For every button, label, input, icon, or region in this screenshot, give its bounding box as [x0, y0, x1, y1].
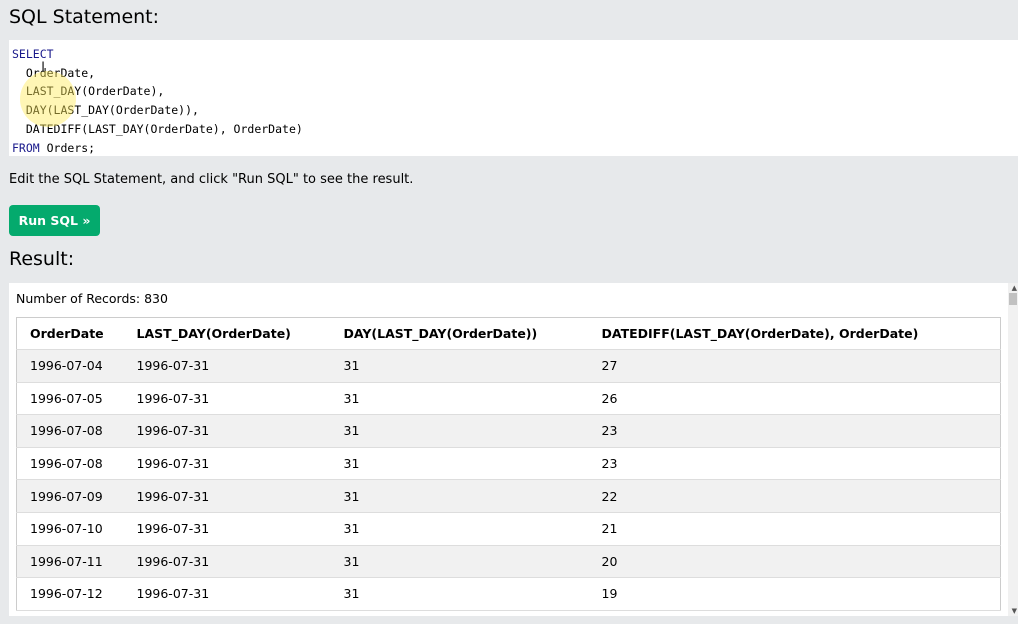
run-sql-button[interactable]: Run SQL »: [9, 205, 100, 236]
table-cell: 31: [330, 349, 589, 383]
scrollbar-thumb[interactable]: [1009, 293, 1017, 305]
table-cell: 1996-07-31: [123, 414, 331, 448]
sql-statement-heading: SQL Statement:: [9, 6, 160, 28]
result-panel[interactable]: Number of Records: 830 OrderDate LAST_DA…: [9, 283, 1018, 616]
table-cell: 31: [330, 577, 589, 611]
result-table: OrderDate LAST_DAY(OrderDate) DAY(LAST_D…: [16, 317, 1001, 611]
table-row: 1996-07-10 1996-07-31 31 21: [16, 512, 1001, 546]
table-cell: 31: [330, 479, 589, 513]
table-cell: 31: [330, 545, 589, 579]
code-line: FROM Orders;: [12, 139, 1018, 158]
table-row: 1996-07-09 1996-07-31 31 22: [16, 479, 1001, 513]
sql-code-editor[interactable]: SELECT OrderDate, LAST_DAY(OrderDate), D…: [9, 40, 1018, 156]
table-row: 1996-07-04 1996-07-31 31 27: [16, 349, 1001, 383]
table-cell: 27: [588, 349, 1001, 383]
table-cell: 1996-07-31: [123, 512, 331, 546]
table-cell: 31: [330, 512, 589, 546]
code-text: LAST_DAY(OrderDate),: [12, 84, 165, 99]
table-row: 1996-07-05 1996-07-31 31 26: [16, 382, 1001, 416]
table-row: 1996-07-11 1996-07-31 31 20: [16, 545, 1001, 579]
table-cell: 23: [588, 414, 1001, 448]
table-cell: 31: [330, 414, 589, 448]
table-cell: 19: [588, 577, 1001, 611]
vertical-scrollbar[interactable]: ▲ ▼: [1008, 283, 1018, 616]
table-cell: 1996-07-04: [16, 349, 124, 383]
column-header: DATEDIFF(LAST_DAY(OrderDate), OrderDate): [588, 317, 1001, 350]
table-cell: 1996-07-12: [16, 577, 124, 611]
table-cell: 21: [588, 512, 1001, 546]
table-cell: 23: [588, 447, 1001, 481]
table-header-row: OrderDate LAST_DAY(OrderDate) DAY(LAST_D…: [16, 317, 1001, 350]
table-cell: 1996-07-31: [123, 545, 331, 579]
table-cell: 1996-07-31: [123, 349, 331, 383]
record-count: Number of Records: 830: [16, 291, 168, 306]
code-line: DAY(LAST_DAY(OrderDate)),: [12, 101, 1018, 120]
table-row: 1996-07-12 1996-07-31 31 19: [16, 577, 1001, 611]
table-cell: 1996-07-09: [16, 479, 124, 513]
table-cell: 1996-07-08: [16, 414, 124, 448]
column-header: DAY(LAST_DAY(OrderDate)): [330, 317, 589, 350]
table-cell: 1996-07-11: [16, 545, 124, 579]
table-cell: 1996-07-10: [16, 512, 124, 546]
code-text: OrderDate,: [12, 65, 96, 80]
table-cell: 1996-07-31: [123, 479, 331, 513]
table-row: 1996-07-08 1996-07-31 31 23: [16, 414, 1001, 448]
code-line: LAST_DAY(OrderDate),: [12, 82, 1018, 101]
column-header: OrderDate: [16, 317, 124, 350]
table-cell: 20: [588, 545, 1001, 579]
scroll-up-arrow-icon[interactable]: ▲: [1012, 284, 1017, 292]
table-cell: 22: [588, 479, 1001, 513]
table-cell: 1996-07-31: [123, 382, 331, 416]
code-line: OrderDate,: [12, 64, 1018, 83]
instruction-text: Edit the SQL Statement, and click "Run S…: [9, 172, 414, 187]
code-text: DAY(LAST_DAY(OrderDate)),: [12, 103, 199, 118]
scroll-down-arrow-icon[interactable]: ▼: [1012, 607, 1017, 615]
result-heading: Result:: [9, 248, 75, 270]
column-header: LAST_DAY(OrderDate): [123, 317, 331, 350]
table-cell: 1996-07-08: [16, 447, 124, 481]
table-row: 1996-07-08 1996-07-31 31 23: [16, 447, 1001, 481]
keyword-select: SELECT: [12, 47, 54, 61]
code-line: SELECT: [12, 45, 1018, 64]
code-text: DATEDIFF(LAST_DAY(OrderDate), OrderDate): [12, 121, 303, 136]
code-line: DATEDIFF(LAST_DAY(OrderDate), OrderDate): [12, 120, 1018, 139]
table-cell: 1996-07-31: [123, 577, 331, 611]
keyword-from: FROM: [12, 140, 40, 155]
table-cell: 1996-07-31: [123, 447, 331, 481]
table-cell: 31: [330, 447, 589, 481]
table-cell: 1996-07-05: [16, 382, 124, 416]
code-text: Orders;: [39, 140, 96, 155]
table-cell: 26: [588, 382, 1001, 416]
table-cell: 31: [330, 382, 589, 416]
